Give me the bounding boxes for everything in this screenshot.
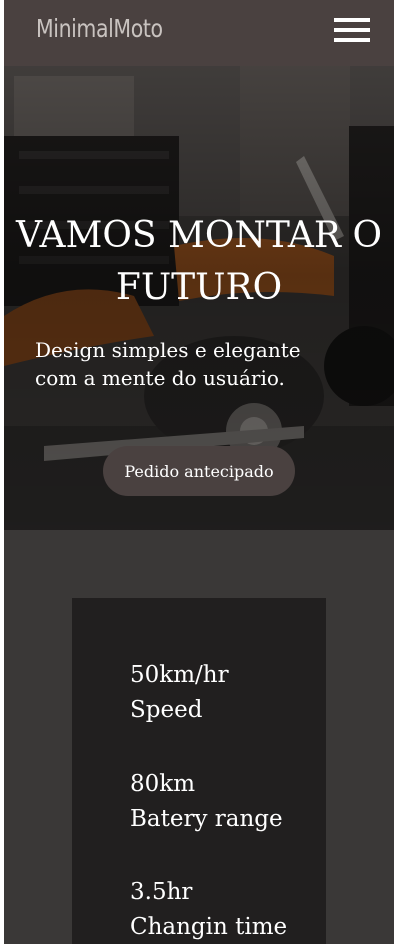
spec-label: Changin time: [130, 914, 288, 940]
pre-order-button[interactable]: Pedido antecipado: [103, 446, 295, 496]
hamburger-menu-icon[interactable]: [334, 18, 370, 44]
spec-battery-range: 80km Batery range: [130, 767, 320, 837]
spec-speed: 50km/hr Speed: [130, 658, 320, 728]
hero-title: VAMOS MONTAR O FUTURO: [15, 215, 382, 308]
specs-card: 50km/hr Speed 80km Batery range 3.5hr Ch…: [72, 598, 326, 944]
hero-subtitle: Design simples e elegante com a mente do…: [35, 338, 301, 390]
spec-value: 3.5hr: [130, 879, 193, 905]
spec-label: Speed: [130, 697, 203, 723]
spec-value: 50km/hr: [130, 662, 229, 688]
spec-charging-time: 3.5hr Changin time: [130, 875, 320, 944]
spec-value: 80km: [130, 771, 196, 797]
hero-section: VAMOS MONTAR O FUTURO Design simples e e…: [4, 66, 394, 530]
spec-label: Batery range: [130, 806, 283, 832]
viewport-edge: [394, 0, 404, 944]
menu-bar: [334, 18, 370, 22]
menu-bar: [334, 28, 370, 32]
top-header: MinimalMoto: [4, 0, 394, 66]
brand-logo[interactable]: MinimalMoto: [36, 14, 163, 43]
page: MinimalMoto VAMOS MONTAR O FUTURO Design…: [4, 0, 394, 944]
menu-bar: [334, 38, 370, 42]
